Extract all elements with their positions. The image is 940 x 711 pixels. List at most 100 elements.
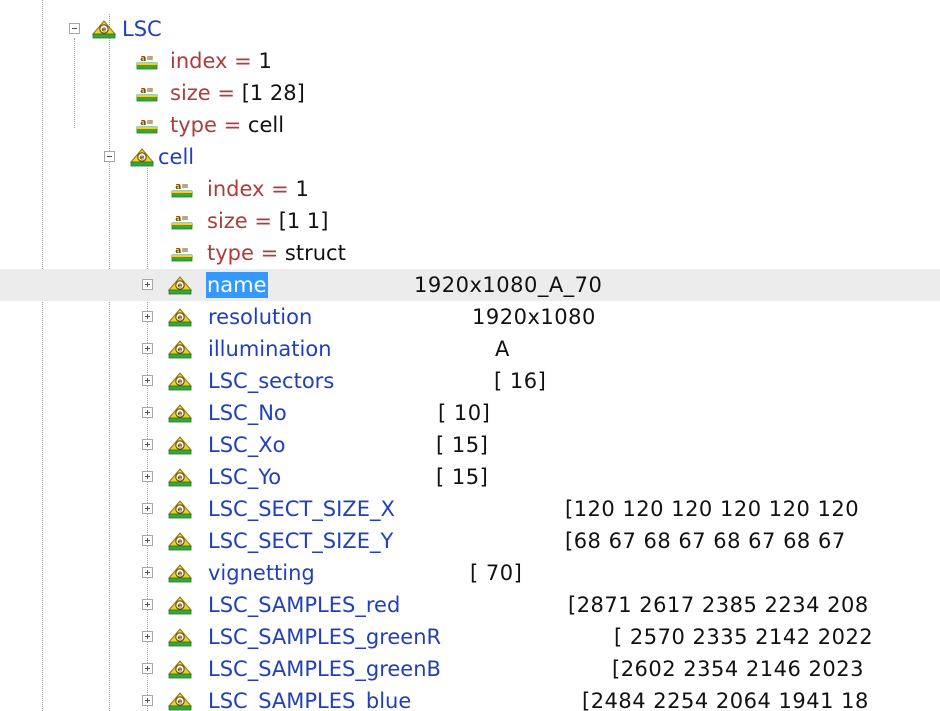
field-name: LSC_Yo	[208, 465, 282, 489]
field-value: [ 10]	[438, 401, 491, 425]
expand-plus-icon[interactable]	[142, 439, 153, 450]
expand-plus-icon[interactable]	[142, 567, 153, 578]
field-name: vignetting	[208, 561, 315, 585]
tree-leaf[interactable]: a= index = 1	[0, 45, 940, 77]
svg-text:a=: a=	[140, 86, 154, 96]
svg-text:e: e	[178, 602, 183, 610]
leaf-attribute-icon: a=	[170, 211, 194, 231]
field-name: LSC_SAMPLES_greenR	[208, 625, 442, 649]
leaf-attribute-icon: a=	[135, 83, 159, 103]
struct-node-icon: e	[129, 147, 155, 167]
struct-node-icon: e	[167, 595, 193, 615]
svg-text:a=: a=	[140, 54, 154, 64]
xml-tree-view[interactable]: e LSC a= index = 1 a= size = [1 28] a= t…	[0, 0, 940, 711]
equals-sign: =	[217, 81, 236, 105]
node-label: LSC	[122, 17, 162, 41]
expand-plus-icon[interactable]	[142, 279, 153, 290]
tree-leaf[interactable]: a= index = 1	[0, 173, 940, 205]
svg-text:e: e	[178, 442, 183, 450]
struct-node-icon: e	[167, 435, 193, 455]
expand-plus-icon[interactable]	[142, 663, 153, 674]
leaf-value: [1 28]	[241, 81, 305, 105]
svg-text:a=: a=	[140, 118, 154, 128]
expand-plus-icon[interactable]	[142, 343, 153, 354]
expand-plus-icon[interactable]	[142, 503, 153, 514]
struct-node-icon: e	[167, 275, 193, 295]
field-value: [120 120 120 120 120 120	[565, 497, 860, 521]
field-value: [2871 2617 2385 2234 208	[568, 593, 869, 617]
tree-leaf[interactable]: a= type = cell	[0, 109, 940, 141]
node-label: cell	[158, 145, 195, 169]
leaf-name: size	[207, 209, 248, 233]
svg-text:e: e	[178, 538, 183, 546]
expand-plus-icon[interactable]	[142, 599, 153, 610]
svg-text:e: e	[178, 378, 183, 386]
equals-sign: =	[271, 177, 289, 201]
leaf-attribute-icon: a=	[170, 179, 194, 199]
svg-text:e: e	[178, 314, 183, 322]
svg-text:a=: a=	[175, 214, 189, 224]
expand-plus-icon[interactable]	[142, 695, 153, 706]
struct-node-icon: e	[167, 371, 193, 391]
tree-field-row[interactable]: e LSC_Xo [ 15]	[0, 429, 940, 461]
tree-node-cell[interactable]: e cell	[0, 141, 940, 173]
field-name: LSC_sectors	[208, 369, 335, 393]
tree-field-row[interactable]: e LSC_SAMPLES_greenR [ 2570 2335 2142 20…	[0, 621, 940, 653]
expand-plus-icon[interactable]	[142, 407, 153, 418]
expand-plus-icon[interactable]	[142, 311, 153, 322]
struct-node-icon: e	[167, 307, 193, 327]
field-name: LSC_SECT_SIZE_Y	[208, 529, 394, 553]
leaf-value: 1	[295, 177, 309, 201]
svg-text:e: e	[178, 698, 183, 706]
leaf-name: type	[170, 113, 217, 137]
struct-node-icon: e	[167, 339, 193, 359]
leaf-value: struct	[284, 241, 346, 265]
svg-text:e: e	[178, 570, 183, 578]
field-name[interactable]: name	[206, 272, 268, 298]
tree-field-row[interactable]: e illumination A	[0, 333, 940, 365]
svg-text:e: e	[140, 154, 145, 162]
struct-node-icon: e	[167, 563, 193, 583]
leaf-name: index	[170, 49, 228, 73]
field-name: LSC_No	[208, 401, 287, 425]
expand-plus-icon[interactable]	[142, 375, 153, 386]
tree-field-row[interactable]: e LSC_SECT_SIZE_X [120 120 120 120 120 1…	[0, 493, 940, 525]
field-name: LSC_SECT_SIZE_X	[208, 497, 395, 521]
struct-node-icon: e	[167, 659, 193, 679]
tree-field-row[interactable]: e LSC_sectors [ 16]	[0, 365, 940, 397]
collapse-minus-icon[interactable]	[104, 151, 115, 162]
field-value: [ 15]	[436, 465, 489, 489]
svg-text:e: e	[178, 506, 183, 514]
struct-node-icon: e	[167, 691, 193, 711]
expand-plus-icon[interactable]	[142, 631, 153, 642]
field-name: LSC_SAMPLES_greenB	[208, 657, 441, 681]
equals-sign: =	[254, 209, 273, 233]
equals-sign: =	[223, 113, 242, 137]
tree-field-row[interactable]: e LSC_SECT_SIZE_Y [68 67 68 67 68 67 68 …	[0, 525, 940, 557]
struct-node-icon: e	[167, 531, 193, 551]
expand-plus-icon[interactable]	[142, 535, 153, 546]
tree-leaf[interactable]: a= size = [1 28]	[0, 77, 940, 109]
collapse-minus-icon[interactable]	[69, 23, 80, 34]
svg-text:e: e	[178, 666, 183, 674]
tree-field-row[interactable]: e LSC_SAMPLES_red [2871 2617 2385 2234 2…	[0, 589, 940, 621]
field-name: LSC_SAMPLES_blue	[208, 689, 412, 711]
svg-text:e: e	[102, 26, 107, 34]
tree-leaf[interactable]: a= size = [1 1]	[0, 205, 940, 237]
tree-field-row[interactable]: e LSC_No [ 10]	[0, 397, 940, 429]
field-value: [ 16]	[494, 369, 547, 393]
svg-text:e: e	[178, 410, 183, 418]
field-value: [68 67 68 67 68 67 68 67	[565, 529, 846, 553]
tree-field-row[interactable]: e LSC_SAMPLES_blue [2484 2254 2064 1941 …	[0, 685, 940, 711]
tree-field-row[interactable]: e LSC_SAMPLES_greenB [2602 2354 2146 202…	[0, 653, 940, 685]
field-value: [2602 2354 2146 2023	[612, 657, 864, 681]
expand-plus-icon[interactable]	[142, 471, 153, 482]
field-value: [ 70]	[470, 561, 523, 585]
tree-field-row[interactable]: e resolution 1920x1080	[0, 301, 940, 333]
tree-node-lsc[interactable]: e LSC	[0, 13, 940, 45]
tree-leaf[interactable]: a= type = struct	[0, 237, 940, 269]
tree-field-row[interactable]: e vignetting [ 70]	[0, 557, 940, 589]
tree-field-row[interactable]: e LSC_Yo [ 15]	[0, 461, 940, 493]
tree-field-row[interactable]: e name 1920x1080_A_70	[0, 269, 940, 301]
leaf-label: index = 1	[207, 176, 309, 202]
